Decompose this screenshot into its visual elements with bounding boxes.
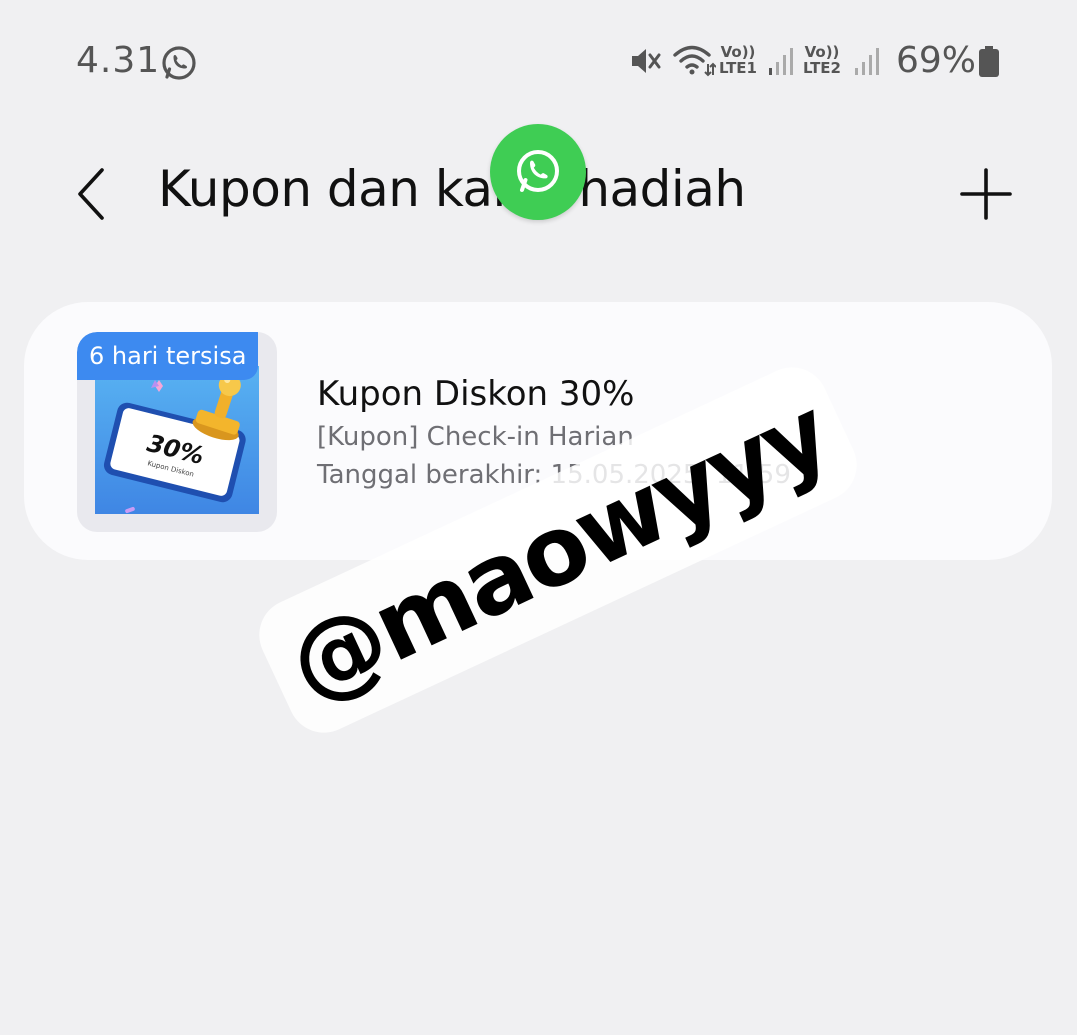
whatsapp-icon	[517, 150, 559, 192]
signal-strength-icon	[855, 48, 879, 75]
sim2-network-label: LTE2	[803, 59, 841, 77]
coupon-illustration: 30% Kupon Diskon	[95, 366, 259, 514]
status-bar: 4.31 Vo)) LTE1 Vo)) LTE2 69%	[0, 0, 1077, 120]
whatsapp-notification-icon	[162, 46, 196, 80]
sim2-volte-label: Vo))	[804, 43, 840, 61]
battery-icon	[979, 46, 999, 77]
battery-percentage: 69%	[896, 40, 977, 81]
coupon-ticket-image: 30% Kupon Diskon	[103, 374, 246, 514]
whatsapp-chat-bubble[interactable]	[490, 124, 586, 220]
sim1-volte-label: Vo))	[720, 43, 756, 61]
back-button[interactable]	[70, 164, 118, 224]
sim2-lte-indicator: Vo)) LTE2	[803, 44, 841, 76]
days-remaining-badge: 6 hari tersisa	[77, 332, 259, 380]
coupon-title: Kupon Diskon 30%	[317, 374, 635, 414]
mute-icon	[632, 49, 661, 73]
sim1-lte-indicator: Vo)) LTE1	[719, 44, 757, 76]
wifi-icon	[673, 45, 716, 77]
signal-strength-icon	[769, 48, 793, 75]
coupon-thumbnail: 30% Kupon Diskon 6 hari tersisa	[77, 332, 277, 532]
add-button[interactable]	[956, 164, 1016, 224]
sim1-network-label: LTE1	[719, 59, 757, 77]
status-time: 4.31	[76, 40, 161, 81]
page-title: Kupon dan kartu hadiah	[158, 160, 746, 218]
coupon-source: [Kupon] Check-in Harian	[317, 422, 634, 452]
